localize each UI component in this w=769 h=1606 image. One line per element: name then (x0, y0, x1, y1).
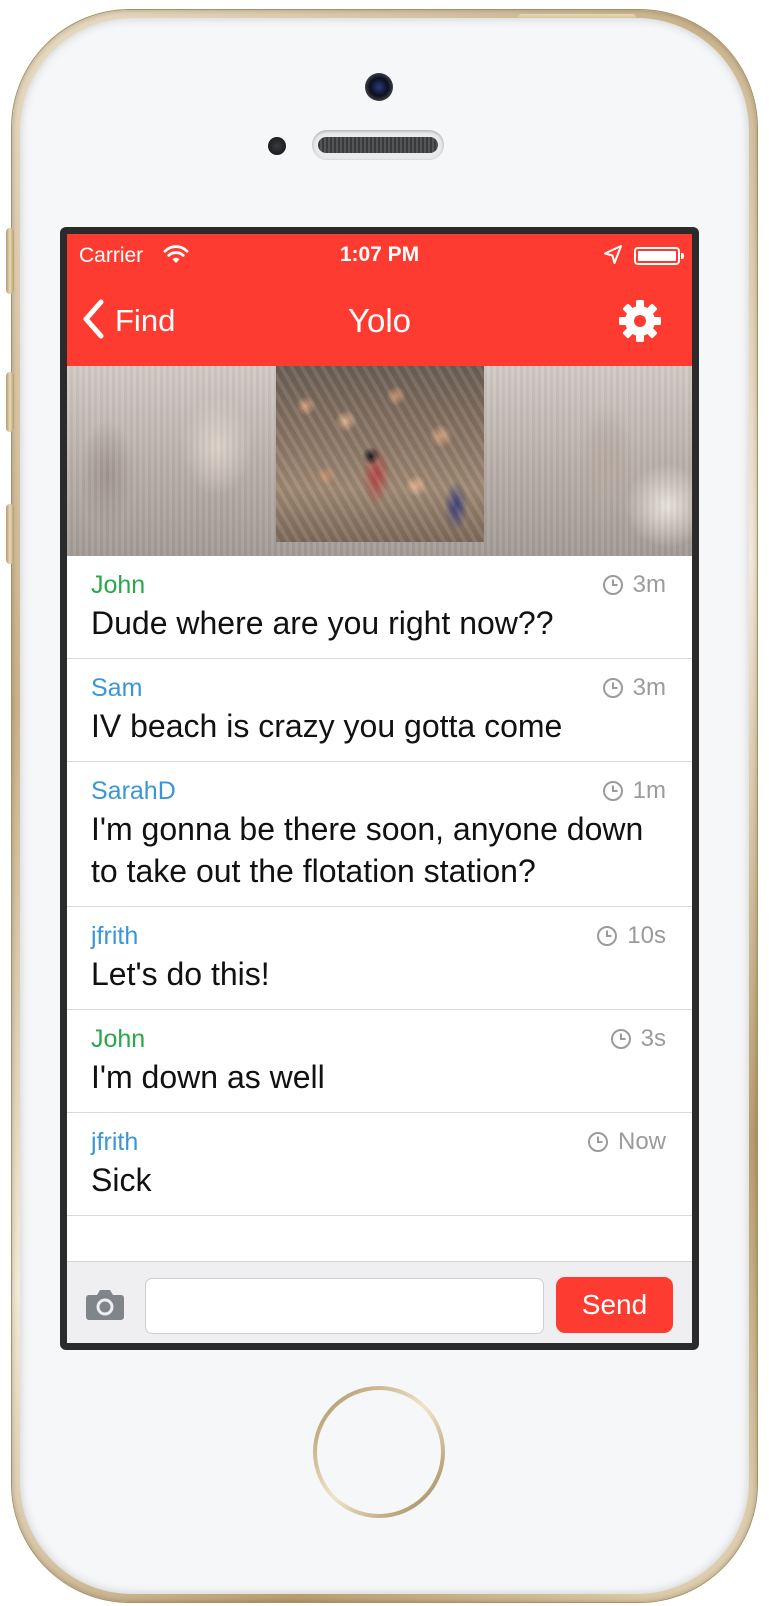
message-text: Let's do this! (91, 956, 270, 992)
message-time-label: 10s (627, 922, 666, 949)
back-button[interactable]: Find (81, 298, 175, 344)
clock-icon (610, 1029, 631, 1049)
clock-icon (602, 678, 623, 698)
message-text: Sick (91, 1162, 152, 1198)
message-item: John 3m Dude where are you right now?? (67, 556, 692, 659)
message-time-label: Now (617, 1128, 666, 1155)
group-photo[interactable] (276, 366, 484, 542)
battery-icon (634, 247, 684, 265)
clock: 1:07 PM (339, 243, 420, 266)
phone-screen: Carrier 1:07 PM Find Yolo John 3m Dude w… (60, 227, 699, 1350)
message-time-label: 1m (632, 777, 666, 804)
message-time-label: 3m (632, 674, 666, 701)
message-time-label: 3m (632, 571, 666, 598)
message-list: John 3m Dude where are you right now?? S… (67, 556, 692, 1216)
message-text: IV beach is crazy you gotta come (91, 708, 563, 744)
home-button[interactable] (313, 1386, 445, 1518)
message-item: Sam 3m IV beach is crazy you gotta come (67, 659, 692, 762)
message-timestamp: Now (587, 1127, 666, 1157)
message-timestamp: 3m (602, 673, 666, 703)
camera-button[interactable] (85, 1287, 125, 1321)
message-input[interactable] (145, 1278, 544, 1334)
proximity-sensor (268, 137, 286, 155)
clock-icon (587, 1132, 608, 1152)
message-timestamp: 3s (610, 1024, 666, 1054)
settings-button[interactable] (617, 298, 663, 344)
message-text: I'm gonna be there soon, anyone down to … (91, 811, 644, 889)
message-item: jfrith Now Sick (67, 1113, 692, 1216)
compose-bar: Send (67, 1261, 692, 1343)
message-text: I'm down as well (91, 1059, 325, 1095)
message-author[interactable]: jfrith (91, 921, 668, 951)
group-banner-background (67, 366, 692, 556)
clock-icon (602, 575, 623, 595)
earpiece-speaker (312, 130, 444, 160)
volume-up-button (6, 372, 14, 432)
message-author[interactable]: John (91, 570, 668, 600)
app-screen: Carrier 1:07 PM Find Yolo John 3m Dude w… (67, 234, 692, 1343)
back-button-label: Find (115, 303, 176, 338)
front-camera (365, 73, 393, 101)
clock-icon (602, 781, 623, 801)
volume-down-button (6, 504, 14, 564)
mute-switch (6, 228, 14, 294)
message-timestamp: 1m (602, 776, 666, 806)
gear-icon (619, 300, 661, 342)
camera-icon (86, 1290, 124, 1320)
message-item: jfrith 10s Let's do this! (67, 907, 692, 1010)
location-arrow-icon (602, 244, 624, 271)
message-author[interactable]: John (91, 1024, 668, 1054)
chevron-left-icon (81, 299, 105, 344)
message-text: Dude where are you right now?? (91, 605, 554, 641)
message-item: John 3s I'm down as well (67, 1010, 692, 1113)
message-author[interactable]: Sam (91, 673, 668, 703)
message-time-label: 3s (640, 1025, 666, 1052)
message-item: SarahD 1m I'm gonna be there soon, anyon… (67, 762, 692, 907)
clock-icon (597, 926, 618, 946)
navigation-bar: Find Yolo (67, 276, 692, 366)
message-timestamp: 10s (596, 921, 666, 951)
message-timestamp: 3m (602, 570, 666, 600)
send-button[interactable]: Send (556, 1277, 673, 1333)
status-bar: Carrier 1:07 PM (67, 234, 692, 276)
message-author[interactable]: jfrith (91, 1127, 668, 1157)
message-author[interactable]: SarahD (91, 776, 668, 806)
